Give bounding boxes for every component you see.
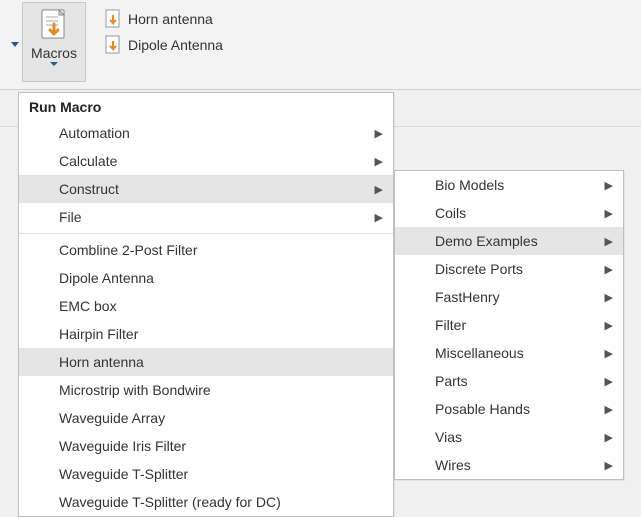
menu-separator bbox=[19, 233, 393, 234]
menu-item-label: Waveguide T-Splitter bbox=[59, 466, 188, 482]
menu-item-label: Miscellaneous bbox=[435, 345, 524, 361]
menu-item[interactable]: Filter ▶ bbox=[395, 311, 623, 339]
menu-item-label: Parts bbox=[435, 373, 468, 389]
submenu-arrow-icon: ▶ bbox=[605, 235, 613, 248]
macro-small-icon bbox=[104, 35, 122, 55]
macro-small-icon bbox=[104, 9, 122, 29]
menu-item[interactable]: Waveguide T-Splitter (ready for DC) bbox=[19, 488, 393, 516]
submenu-arrow-icon: ▶ bbox=[375, 211, 383, 224]
recent-macro-label: Dipole Antenna bbox=[128, 37, 223, 53]
menu-item-label: Dipole Antenna bbox=[59, 270, 154, 286]
menu-item[interactable]: Discrete Ports ▶ bbox=[395, 255, 623, 283]
menu-item-label: Construct bbox=[59, 181, 119, 197]
menu-item[interactable]: Miscellaneous ▶ bbox=[395, 339, 623, 367]
menu-item[interactable]: Construct ▶ bbox=[19, 175, 393, 203]
submenu-arrow-icon: ▶ bbox=[605, 291, 613, 304]
ribbon-toolbar: Macros Horn antenna Dipole Antenna bbox=[0, 0, 641, 90]
menu-item-label: Combline 2-Post Filter bbox=[59, 242, 198, 258]
menu-item-label: Wires bbox=[435, 457, 471, 473]
macros-button-label: Macros bbox=[31, 45, 77, 61]
menu-item[interactable]: Dipole Antenna bbox=[19, 264, 393, 292]
ribbon-group-caret-icon[interactable] bbox=[8, 0, 22, 88]
submenu-arrow-icon: ▶ bbox=[375, 127, 383, 140]
recent-macro-label: Horn antenna bbox=[128, 11, 213, 27]
menu-item-label: Automation bbox=[59, 125, 130, 141]
menu-item-label: Waveguide T-Splitter (ready for DC) bbox=[59, 494, 281, 510]
menu-item[interactable]: Hairpin Filter bbox=[19, 320, 393, 348]
menu-item-label: Calculate bbox=[59, 153, 117, 169]
menu-item-label: Bio Models bbox=[435, 177, 504, 193]
submenu-arrow-icon: ▶ bbox=[605, 263, 613, 276]
menu-item[interactable]: Coils ▶ bbox=[395, 199, 623, 227]
menu-item-label: EMC box bbox=[59, 298, 117, 314]
menu-item-label: Demo Examples bbox=[435, 233, 538, 249]
menu-title: Run Macro bbox=[19, 93, 393, 119]
submenu-arrow-icon: ▶ bbox=[375, 155, 383, 168]
menu-item[interactable]: EMC box bbox=[19, 292, 393, 320]
menu-item-label: File bbox=[59, 209, 82, 225]
menu-item[interactable]: Waveguide Array bbox=[19, 404, 393, 432]
menu-item[interactable]: Bio Models ▶ bbox=[395, 171, 623, 199]
menu-item[interactable]: Waveguide T-Splitter bbox=[19, 460, 393, 488]
macros-button[interactable]: Macros bbox=[22, 2, 86, 82]
submenu-arrow-icon: ▶ bbox=[375, 183, 383, 196]
menu-item[interactable]: Parts ▶ bbox=[395, 367, 623, 395]
submenu-arrow-icon: ▶ bbox=[605, 459, 613, 472]
menu-item[interactable]: Wires ▶ bbox=[395, 451, 623, 479]
menu-item[interactable]: Microstrip with Bondwire bbox=[19, 376, 393, 404]
submenu-arrow-icon: ▶ bbox=[605, 207, 613, 220]
menu-item[interactable]: Combline 2-Post Filter bbox=[19, 236, 393, 264]
menu-item-label: Coils bbox=[435, 205, 466, 221]
menu-item[interactable]: Waveguide Iris Filter bbox=[19, 432, 393, 460]
recent-macro-item[interactable]: Horn antenna bbox=[100, 6, 227, 32]
recent-macros-list: Horn antenna Dipole Antenna bbox=[100, 6, 227, 58]
menu-item[interactable]: Calculate ▶ bbox=[19, 147, 393, 175]
menu-item[interactable]: Horn antenna bbox=[19, 348, 393, 376]
submenu-arrow-icon: ▶ bbox=[605, 403, 613, 416]
submenu-arrow-icon: ▶ bbox=[605, 179, 613, 192]
submenu-arrow-icon: ▶ bbox=[605, 431, 613, 444]
menu-item-label: Waveguide Iris Filter bbox=[59, 438, 186, 454]
menu-item-label: Posable Hands bbox=[435, 401, 530, 417]
submenu-arrow-icon: ▶ bbox=[605, 347, 613, 360]
submenu-arrow-icon: ▶ bbox=[605, 375, 613, 388]
menu-item-label: Horn antenna bbox=[59, 354, 144, 370]
recent-macro-item[interactable]: Dipole Antenna bbox=[100, 32, 227, 58]
macro-document-icon bbox=[38, 7, 70, 43]
menu-item-label: Microstrip with Bondwire bbox=[59, 382, 211, 398]
menu-item[interactable]: Posable Hands ▶ bbox=[395, 395, 623, 423]
menu-item-label: FastHenry bbox=[435, 289, 500, 305]
menu-item[interactable]: FastHenry ▶ bbox=[395, 283, 623, 311]
menu-item[interactable]: Vias ▶ bbox=[395, 423, 623, 451]
menu-item[interactable]: Demo Examples ▶ bbox=[395, 227, 623, 255]
construct-submenu: Bio Models▶Coils▶Demo Examples▶Discrete … bbox=[394, 170, 624, 480]
submenu-arrow-icon: ▶ bbox=[605, 319, 613, 332]
dropdown-caret-icon bbox=[50, 61, 58, 67]
menu-item[interactable]: Automation ▶ bbox=[19, 119, 393, 147]
menu-item-label: Waveguide Array bbox=[59, 410, 165, 426]
menu-item-label: Discrete Ports bbox=[435, 261, 523, 277]
menu-item-label: Filter bbox=[435, 317, 466, 333]
menu-item[interactable]: File ▶ bbox=[19, 203, 393, 231]
run-macro-menu: Run Macro Automation▶Calculate▶Construct… bbox=[18, 92, 394, 517]
menu-item-label: Vias bbox=[435, 429, 462, 445]
menu-item-label: Hairpin Filter bbox=[59, 326, 138, 342]
